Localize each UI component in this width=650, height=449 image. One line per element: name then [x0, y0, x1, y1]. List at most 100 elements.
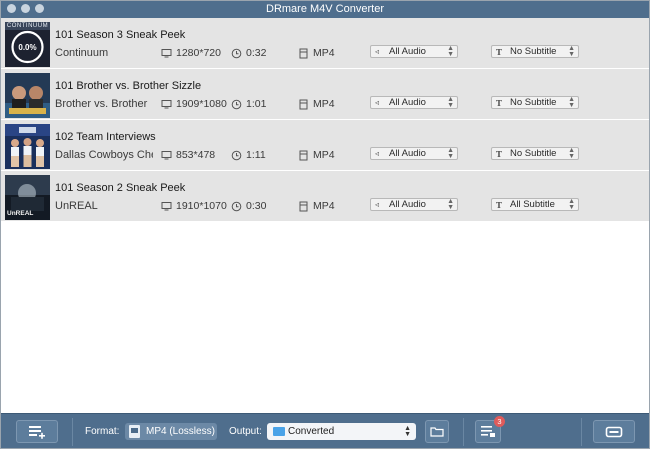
- video-list: CONTINUUM 0.0% 101 Season 3 Sneak Peek C…: [1, 18, 649, 222]
- file-icon: [299, 201, 308, 211]
- duration: 0:32: [231, 46, 266, 60]
- subtitle-track-select[interactable]: T No Subtitle ▲ ▼: [491, 96, 579, 109]
- monitor-icon: [161, 48, 172, 57]
- audio-track-select[interactable]: ◃ All Audio ▲ ▼: [370, 198, 458, 211]
- video-row[interactable]: UnREAL 101 Season 2 Sneak Peek UnREAL 19…: [1, 171, 649, 222]
- subtitle-track-select[interactable]: T No Subtitle ▲ ▼: [491, 45, 579, 58]
- subtitle-icon: T: [496, 46, 502, 57]
- format-value: MP4: [313, 149, 335, 161]
- monitor-icon: [161, 201, 172, 210]
- video-series: Continuum: [55, 47, 109, 59]
- subtitle-icon: T: [496, 199, 502, 210]
- toolbar-divider: [463, 418, 464, 446]
- format-doc-icon: [129, 425, 140, 438]
- subtitle-track-select[interactable]: T No Subtitle ▲ ▼: [491, 147, 579, 160]
- audio-track-select[interactable]: ◃ All Audio ▲ ▼: [370, 147, 458, 160]
- format: MP4: [298, 148, 335, 162]
- video-thumbnail: UnREAL: [5, 175, 50, 220]
- resolution-value: 1910*1070: [176, 200, 227, 212]
- subtitle-track-value: No Subtitle: [510, 46, 557, 57]
- clock-icon: [231, 99, 242, 109]
- open-folder-button[interactable]: [425, 420, 449, 443]
- format: MP4: [298, 97, 335, 111]
- monitor-icon: [161, 99, 172, 108]
- window-title: DRmare M4V Converter: [266, 3, 384, 15]
- chevron-updown-icon: ▲ ▼: [568, 95, 575, 109]
- resolution: 1909*1080: [161, 97, 227, 111]
- clock-icon: [231, 48, 242, 58]
- progress-percent: 0.0%: [18, 43, 37, 52]
- video-thumbnail: [5, 124, 50, 169]
- audio-track-value: All Audio: [389, 97, 426, 108]
- speaker-icon: ◃: [375, 149, 380, 158]
- audio-track-select[interactable]: ◃ All Audio ▲ ▼: [370, 45, 458, 58]
- output-format-value: MP4 (Lossless): [146, 426, 215, 437]
- video-thumbnail: CONTINUUM 0.0%: [5, 22, 50, 67]
- audio-track-value: All Audio: [389, 46, 426, 57]
- clock-icon: [231, 150, 242, 160]
- duration: 0:30: [231, 199, 266, 213]
- chevron-updown-icon: ▲ ▼: [568, 44, 575, 58]
- convert-button[interactable]: [593, 420, 635, 443]
- output-folder-select[interactable]: Converted ▲ ▼: [267, 423, 416, 440]
- subtitle-icon: T: [496, 148, 502, 159]
- subtitle-track-select[interactable]: T All Subtitle ▲ ▼: [491, 198, 579, 211]
- format-value: MP4: [313, 47, 335, 59]
- toolbar-divider: [72, 418, 73, 446]
- output-format-selector[interactable]: MP4 (Lossless): [125, 423, 217, 440]
- audio-track-value: All Audio: [389, 148, 426, 159]
- speaker-icon: ◃: [375, 200, 380, 209]
- video-title: 101 Season 3 Sneak Peek: [55, 29, 186, 41]
- chevron-updown-icon: ▲ ▼: [404, 424, 411, 438]
- output-label: Output:: [229, 426, 262, 437]
- duration-value: 1:01: [246, 98, 267, 110]
- video-series: Brother vs. Brother: [55, 98, 148, 110]
- folder-icon: [430, 427, 444, 437]
- video-series: Dallas Cowboys Chee...: [55, 149, 153, 161]
- format-value: MP4: [313, 200, 335, 212]
- video-row[interactable]: 101 Brother vs. Brother Sizzle Brother v…: [1, 69, 649, 120]
- duration-value: 1:11: [246, 149, 266, 161]
- chevron-updown-icon: ▲ ▼: [447, 146, 454, 160]
- monitor-icon: [161, 150, 172, 159]
- video-row[interactable]: CONTINUUM 0.0% 101 Season 3 Sneak Peek C…: [1, 18, 649, 69]
- video-title: 101 Brother vs. Brother Sizzle: [55, 80, 202, 92]
- resolution-value: 853*478: [176, 149, 216, 161]
- format-value: MP4: [313, 98, 335, 110]
- converted-list-icon: [481, 426, 495, 437]
- video-thumbnail: [5, 73, 50, 118]
- chevron-updown-icon: ▲ ▼: [447, 197, 454, 211]
- subtitle-track-value: No Subtitle: [510, 97, 557, 108]
- thumbnail-caption: CONTINUUM: [6, 23, 49, 29]
- speaker-icon: ◃: [375, 98, 380, 107]
- subtitle-track-value: No Subtitle: [510, 148, 557, 159]
- chevron-updown-icon: ▲ ▼: [568, 146, 575, 160]
- file-icon: [299, 99, 308, 109]
- format-label: Format:: [85, 426, 120, 437]
- subtitle-icon: T: [496, 97, 502, 108]
- output-folder-value: Converted: [288, 426, 335, 437]
- video-row[interactable]: 102 Team Interviews Dallas Cowboys Chee.…: [1, 120, 649, 171]
- resolution-value: 1909*1080: [176, 98, 227, 110]
- resolution-value: 1280*720: [176, 47, 221, 59]
- duration: 1:01: [231, 97, 266, 111]
- video-title: 102 Team Interviews: [55, 131, 156, 143]
- chevron-updown-icon: ▲ ▼: [447, 95, 454, 109]
- video-series: UnREAL: [55, 200, 98, 212]
- duration: 1:11: [231, 148, 266, 162]
- duration-value: 0:30: [246, 200, 267, 212]
- thumbnail-caption: UnREAL: [7, 210, 34, 217]
- file-icon: [299, 150, 308, 160]
- video-title: 101 Season 2 Sneak Peek: [55, 182, 186, 194]
- chevron-updown-icon: ▲ ▼: [447, 44, 454, 58]
- format: MP4: [298, 46, 335, 60]
- audio-track-select[interactable]: ◃ All Audio ▲ ▼: [370, 96, 458, 109]
- add-files-button[interactable]: [16, 420, 58, 443]
- clock-icon: [231, 201, 242, 211]
- app-window: DRmare M4V Converter CONTINUUM 0.0% 101 …: [0, 0, 650, 449]
- title-bar: DRmare M4V Converter: [1, 1, 649, 18]
- resolution: 1910*1070: [161, 199, 227, 213]
- toolbar-divider: [581, 418, 582, 446]
- convert-icon: [605, 426, 623, 437]
- speaker-icon: ◃: [375, 47, 380, 56]
